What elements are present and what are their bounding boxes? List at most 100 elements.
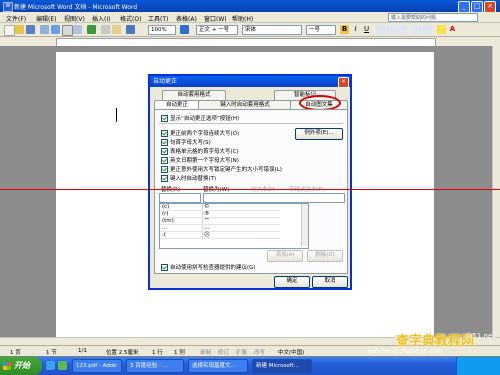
table-row[interactable]: ...…: [160, 225, 280, 232]
system-tray[interactable]: [456, 357, 500, 375]
font-color-button[interactable]: A: [448, 25, 457, 34]
row-to: ®: [204, 211, 210, 217]
bold-button[interactable]: B: [340, 25, 349, 34]
numbering-icon[interactable]: [412, 25, 421, 34]
menu-help[interactable]: 帮助(H): [232, 14, 253, 23]
window-title: 新建 Microsoft Word 文档 - Microsoft Word: [14, 4, 138, 11]
exceptions-button[interactable]: 例外项(E)...: [295, 128, 343, 140]
table-row[interactable]: (c) ©: [160, 204, 280, 211]
quicklaunch-desktop-icon[interactable]: [58, 361, 67, 370]
status-rec[interactable]: 录制: [200, 348, 211, 356]
replace-as-you-type-checkbox[interactable]: 键入时自动替换(T): [161, 174, 216, 182]
permission-icon[interactable]: [40, 25, 49, 34]
delete-button[interactable]: 删除(D): [307, 250, 343, 262]
task-adobe[interactable]: 123.pdf - Adob: [72, 359, 122, 373]
align-center-icon[interactable]: [387, 25, 396, 34]
option-checkbox[interactable]: 句首字母大写(S): [161, 138, 211, 146]
row-to: ™: [204, 218, 210, 224]
menu-file[interactable]: 文件(F): [6, 14, 26, 23]
task-editor[interactable]: 选择实现基度文...: [188, 359, 248, 373]
menu-view[interactable]: 视图(V): [64, 14, 85, 23]
table-row[interactable]: (tm) ™: [160, 218, 280, 225]
spelling-icon[interactable]: [87, 25, 96, 34]
status-language: 中文(中国): [278, 350, 305, 356]
font-select[interactable]: 宋体: [242, 25, 302, 35]
status-section: 1 节: [46, 350, 57, 356]
print-icon[interactable]: [62, 25, 73, 36]
row-to: ©: [204, 204, 210, 210]
start-label: 开始: [14, 361, 30, 370]
cut-icon[interactable]: [101, 25, 110, 34]
spell-checker-checkbox[interactable]: 自动使用拼写检查器提供的建议(G): [161, 263, 256, 271]
help-icon[interactable]: [180, 25, 189, 34]
undo-icon[interactable]: [126, 25, 135, 34]
menu-edit[interactable]: 编辑(E): [36, 14, 56, 23]
menu-window[interactable]: 窗口(W): [204, 14, 227, 23]
option-label: 键入时自动替换(T): [170, 176, 217, 182]
horizontal-ruler[interactable]: [0, 37, 500, 47]
dialog-close-button[interactable]: ×: [338, 77, 349, 88]
divider: [159, 123, 343, 124]
quicklaunch-ie-icon[interactable]: [46, 361, 55, 370]
task-word[interactable]: 新建 Microsoft...: [252, 359, 312, 373]
option-label: 句首字母大写(S): [170, 140, 211, 146]
print-preview-icon[interactable]: [73, 25, 82, 34]
taskbar: 开始 123.pdf - Adob 3 百度经验 - ... 选择实现基度文..…: [0, 357, 500, 375]
save-icon[interactable]: [26, 25, 35, 34]
option-label: 英文日期第一个字母大写(N): [170, 158, 239, 164]
option-label: 更正前两个字母连续大写(O): [170, 131, 240, 137]
row-from: (r): [162, 211, 169, 217]
task-baidu[interactable]: 3 百度经验 - ...: [126, 359, 184, 373]
window-title-bar[interactable]: W 新建 Microsoft Word 文档 - Microsoft Word …: [0, 0, 500, 13]
font-size-select[interactable]: 一号: [306, 25, 336, 35]
autocorrect-tab-panel: 显示“自动更正选项”按钮(H) 更正前两个字母连续大写(O) 句首字母大写(S)…: [154, 109, 348, 274]
italic-button[interactable]: I: [351, 25, 360, 34]
watermark-url2: jiaocheng.chazidian.com: [368, 348, 443, 355]
option-checkbox[interactable]: 表格单元格的首字母大写(C): [161, 147, 239, 155]
cancel-button[interactable]: 取消: [312, 276, 348, 288]
option-checkbox[interactable]: 英文日期第一个字母大写(N): [161, 156, 239, 164]
start-button[interactable]: 开始: [0, 357, 42, 375]
status-ovr[interactable]: 改写: [254, 348, 265, 356]
bullets-icon[interactable]: [423, 25, 432, 34]
replacement-list[interactable]: (c) © (r) ® (tm) ™ ... … :(☹: [159, 203, 309, 249]
vertical-scrollbar[interactable]: [492, 46, 500, 337]
spell-checker-label: 自动使用拼写检查器提供的建议(G): [170, 265, 256, 271]
style-select[interactable]: 正文 + 一号: [196, 25, 238, 35]
status-line: 1 行: [152, 350, 163, 356]
help-search-input[interactable]: 键入需要帮助的问题: [388, 13, 478, 22]
menu-format[interactable]: 格式(O): [120, 14, 141, 23]
align-left-icon[interactable]: [376, 25, 385, 34]
row-from: ...: [162, 225, 168, 231]
word-app-icon[interactable]: W: [3, 2, 13, 12]
table-row[interactable]: (r) ®: [160, 211, 280, 218]
email-icon[interactable]: [51, 25, 60, 34]
option-checkbox[interactable]: 更正意外使用大写锁定键产生的大小写错误(L): [161, 165, 282, 173]
list-scrollbar[interactable]: [301, 204, 308, 246]
align-right-icon[interactable]: [398, 25, 407, 34]
status-ext[interactable]: 扩展: [236, 348, 247, 356]
row-to: ☹: [204, 232, 210, 238]
zoom-select[interactable]: 100%: [148, 25, 176, 35]
windows-logo-icon: [3, 362, 11, 370]
menu-insert[interactable]: 插入(I): [92, 14, 110, 23]
with-input[interactable]: [203, 193, 345, 203]
add-button[interactable]: 添加(A): [267, 250, 303, 262]
menu-tools[interactable]: 工具(T): [148, 14, 168, 23]
option-label: 表格单元格的首字母大写(C): [170, 149, 239, 155]
open-folder-icon[interactable]: [15, 25, 24, 34]
menu-bar: 文件(F) 编辑(E) 视图(V) 插入(I) 格式(O) 工具(T) 表格(A…: [0, 12, 500, 23]
underline-button[interactable]: U: [362, 25, 371, 34]
row-from: (c): [162, 204, 170, 210]
option-checkbox[interactable]: 更正前两个字母连续大写(O): [161, 129, 239, 137]
replace-input[interactable]: [159, 193, 201, 203]
highlight-icon[interactable]: [437, 25, 446, 34]
status-trk[interactable]: 修订: [218, 348, 229, 356]
new-doc-icon[interactable]: [4, 25, 15, 36]
paste-icon[interactable]: [112, 25, 121, 34]
ok-button[interactable]: 确定: [274, 276, 310, 288]
table-row[interactable]: :(☹: [160, 232, 280, 239]
menu-table[interactable]: 表格(A): [176, 14, 197, 23]
show-buttons-checkbox[interactable]: 显示“自动更正选项”按钮(H): [161, 114, 239, 122]
watermark: 查字典教程网 jb51.net jiaocheng.chazidian.com: [356, 330, 500, 358]
